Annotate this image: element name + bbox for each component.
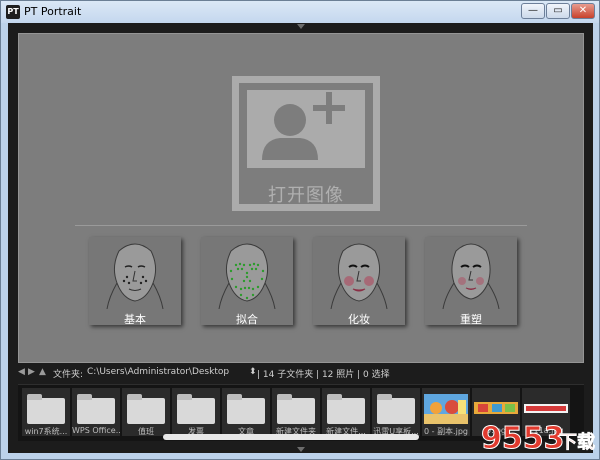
mode-card-makeup[interactable]: 化妆 <box>313 237 405 326</box>
thumbnail-label: 0 - 副本.jpg <box>424 427 468 436</box>
folder-label: 文件夹: <box>53 370 84 380</box>
mode-label-basic: 基本 <box>124 313 146 326</box>
path-bar: ◀ ▶ ▲ 文件夹: C:\Users\Administrator\Deskto… <box>8 366 593 380</box>
mode-label-fit: 拟合 <box>236 313 258 326</box>
svg-text:下载: 下载 <box>559 431 595 453</box>
forward-arrow-icon[interactable]: ▶ <box>28 368 38 377</box>
face-fit-icon <box>218 243 276 309</box>
maximize-button[interactable]: ▭ <box>546 3 570 19</box>
path-dropdown-icon[interactable]: ⬍ <box>249 367 257 377</box>
app-logo-icon: PT <box>6 5 20 19</box>
window-title: PT Portrait <box>24 5 82 18</box>
face-makeup-icon <box>330 243 388 309</box>
collapse-top-icon[interactable] <box>297 24 305 29</box>
folder-icon <box>177 394 215 424</box>
thumbnail-scrollbar[interactable] <box>163 434 419 440</box>
mode-card-basic[interactable]: 基本 <box>89 237 181 326</box>
thumbnail-item[interactable]: 新建文件夹 <box>272 388 320 436</box>
watermark-icon: 9553 下载 <box>481 421 596 457</box>
thumbnail-label: WPS Office... <box>72 426 120 435</box>
title-bar: PT PT Portrait — ▭ ✕ <box>1 1 599 23</box>
thumbnail-item[interactable]: 值班 <box>122 388 170 436</box>
svg-text:9553: 9553 <box>481 421 565 455</box>
thumbnail-item[interactable]: 0 - 副本.jpg <box>422 388 470 436</box>
folder-info: | 14 子文件夹 | 12 照片 | 0 选择 <box>257 370 390 380</box>
folder-icon <box>77 394 115 424</box>
face-reshape-icon <box>442 243 500 309</box>
close-button[interactable]: ✕ <box>571 3 595 19</box>
folder-path[interactable]: C:\Users\Administrator\Desktop <box>87 367 229 377</box>
folder-icon <box>27 394 65 424</box>
watermark-logo: 9553 下载 <box>481 421 599 457</box>
folder-icon <box>327 394 365 424</box>
thumbnail-item[interactable]: 迅雷U享板... <box>372 388 420 436</box>
image-thumbnail <box>424 394 468 424</box>
minimize-button[interactable]: — <box>521 3 545 19</box>
open-image-label: 打开图像 <box>268 185 344 206</box>
thumbnail-item[interactable]: win7系统... <box>22 388 70 436</box>
workspace-panel: 打开图像 基本 拟合 化妆 重塑 <box>18 33 584 363</box>
mode-card-reshape[interactable]: 重塑 <box>425 237 517 326</box>
thumbnail-label: win7系统... <box>24 427 68 436</box>
folder-icon <box>377 394 415 424</box>
thumbnail-item[interactable]: WPS Office... <box>72 388 120 436</box>
thumbnail-item[interactable]: 新建文件... <box>322 388 370 436</box>
face-basic-icon <box>106 243 164 309</box>
thumbnail-item[interactable]: 发票 <box>172 388 220 436</box>
thumbnail-item[interactable]: 文章 <box>222 388 270 436</box>
folder-icon <box>127 394 165 424</box>
app-window: PT PT Portrait — ▭ ✕ 打开图像 基本 拟合 化妆 重塑 ◀ … <box>0 0 600 460</box>
mode-card-fit[interactable]: 拟合 <box>201 237 293 326</box>
back-arrow-icon[interactable]: ◀ <box>18 368 28 377</box>
app-content: 打开图像 基本 拟合 化妆 重塑 ◀ ▶ ▲ 文件夹: C:\Users\Adm… <box>8 23 593 453</box>
up-arrow-icon[interactable]: ▲ <box>39 368 49 377</box>
mode-label-reshape: 重塑 <box>460 313 482 326</box>
image-thumbnail <box>474 394 518 424</box>
collapse-bottom-icon[interactable] <box>297 447 305 452</box>
section-divider <box>75 225 527 226</box>
image-thumbnail <box>524 394 568 424</box>
open-image-button[interactable]: 打开图像 <box>232 76 380 211</box>
folder-icon <box>277 394 315 424</box>
mode-label-makeup: 化妆 <box>348 313 370 326</box>
folder-icon <box>227 394 265 424</box>
